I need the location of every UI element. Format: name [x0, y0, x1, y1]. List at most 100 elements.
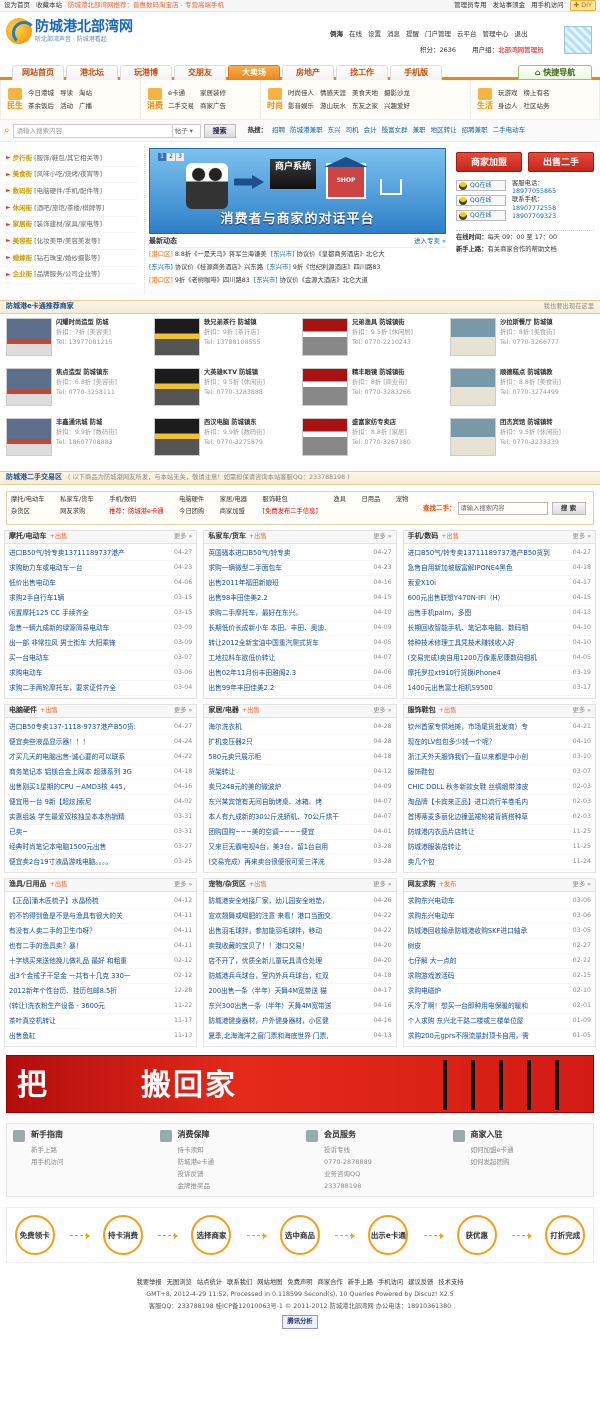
item-title[interactable]: 本人有九成新的30公斤洗轿机、70公斤烘干: [208, 813, 339, 822]
search-input[interactable]: 请输入搜索内容: [12, 123, 173, 138]
tab-jobs[interactable]: 找工作: [336, 65, 388, 80]
news-item[interactable]: [港口区] 9折《老树咖啡》四川路83: [149, 277, 250, 285]
board-post-link[interactable]: +发布: [439, 881, 457, 888]
list-item[interactable]: 扩机变压器2只 04-28: [208, 735, 392, 750]
list-item[interactable]: 防城港兵乓球台，室内外兵乓球台，红双 04-18: [208, 969, 392, 984]
tab-realestate[interactable]: 房地产: [282, 65, 334, 80]
board-more-link[interactable]: 更多 »: [174, 533, 192, 541]
item-title[interactable]: 求购游戏激活码: [408, 972, 455, 981]
item-title[interactable]: 钓不钓得到鱼是不是与渔具有很大的关: [9, 912, 123, 921]
merchant-photo[interactable]: [302, 418, 348, 456]
hot-link[interactable]: 司机: [346, 126, 359, 134]
board-more-link[interactable]: 更多 »: [373, 533, 391, 541]
list-item[interactable]: 求购二手两轮摩托车，要求证件齐全 03-04: [9, 681, 193, 696]
tab-forum[interactable]: 港北坛: [66, 65, 118, 80]
merchant-card[interactable]: 大英雄KTV 防城镇 折扣：9.5折 [休闲街] Tel: 0770-3283888: [154, 368, 298, 415]
list-item[interactable]: 十字绣买来送他挽儿做礼品 最好 和粗重 02-12: [9, 954, 193, 969]
item-title[interactable]: 商务笔记本 铝镁合金上网本 超薄系列 3G: [9, 768, 132, 777]
help-link[interactable]: 233788198: [324, 1180, 447, 1192]
board-more-link[interactable]: 更多 »: [573, 881, 591, 889]
street-item[interactable]: ► 步行街 [服饰/鞋包/其它相关等]: [6, 150, 138, 167]
street-item[interactable]: ► 数码街 [电脑硬件/手机/配件等]: [6, 183, 138, 201]
item-title[interactable]: 首博蒂麦多丽化边撞蓝裙轮裙背裤搭种草: [408, 813, 528, 822]
list-item[interactable]: 200出售一条（半年）天舞4M宽带送 猫 04-17: [208, 984, 392, 999]
help-link[interactable]: 持卡须知: [178, 1144, 301, 1156]
subnav-link[interactable]: 东友之家: [352, 102, 378, 110]
merchant-card[interactable]: 丰鑫通讯城 防城 折扣：9.9折 [数码街] Tel: 18607708883: [6, 418, 150, 465]
list-item[interactable]: 茶叶真空机转让 11-17: [9, 1014, 193, 1029]
item-title[interactable]: 淘品牌【卡宾来正品】进口流行羊卷毛内: [408, 798, 528, 807]
avatar[interactable]: [564, 26, 592, 54]
merchant-photo[interactable]: [154, 368, 200, 406]
list-item[interactable]: 买一台电动车 03-07: [9, 651, 193, 666]
list-item[interactable]: 出售羽毛球拌，参加能羽毛球拌，移动 04-22: [208, 924, 392, 939]
news-item[interactable]: [东兴市] 9折《世纪利源酒店》四川路83: [267, 264, 380, 272]
list-item[interactable]: 求购2手自行车1辆 03-15: [9, 591, 193, 606]
footer-link[interactable]: 手机访问: [378, 1277, 403, 1289]
item-title[interactable]: 才买几天的电脑出售-诚心要的可以联系: [9, 753, 125, 762]
merchant-name[interactable]: 西汉电脑 防城镇东: [204, 418, 265, 428]
item-title[interactable]: 茶叶真空机转让: [9, 1017, 56, 1026]
item-title[interactable]: 长期低价长成新小车 本田、丰田、奥迪、: [208, 624, 331, 633]
merchant-name[interactable]: 轶兄弟茶行 防城镇: [204, 318, 261, 328]
list-item[interactable]: 长期低价长成新小车 本田、丰田、奥迪、 04-09: [208, 621, 392, 636]
item-title[interactable]: 580元卖只展示柜: [208, 753, 261, 762]
list-item[interactable]: 钓不钓得到鱼是不是与渔具有很大的关 04-11: [9, 909, 193, 924]
subnav-link[interactable]: 情感天涯: [320, 89, 346, 97]
pager-1[interactable]: 1: [158, 153, 166, 161]
merchant-photo[interactable]: [6, 318, 52, 356]
list-item[interactable]: 特种技术修理工具凭技术赚钱收入好 04-10: [407, 636, 591, 651]
help-link[interactable]: 0770-2878889: [324, 1156, 447, 1168]
item-title[interactable]: 急售一辆九成新的绿源简易电动车: [9, 624, 109, 633]
item-title[interactable]: 求购2手自行车1辆: [9, 594, 64, 603]
list-item[interactable]: 求购电动车 03-06: [9, 666, 193, 681]
item-title[interactable]: 服饰鞋包: [408, 768, 435, 777]
trade-cat[interactable]: 摩托/电动车: [11, 496, 55, 504]
list-item[interactable]: 便宜卖2台19寸液晶游戏电脑。。。。 03-25: [9, 855, 193, 870]
list-item[interactable]: 求购200元gprs不限流量封顶卡自用，需 01-05: [407, 1029, 591, 1044]
item-title[interactable]: 求购200元gprs不限流量封顶卡自用，需: [408, 1032, 529, 1041]
item-title[interactable]: 转让2012全新宝油中国重汽爬式货车: [208, 639, 319, 648]
merchant-name[interactable]: 精丰眼镜 防城镇街: [352, 368, 411, 378]
portal-admin-link[interactable]: 门户管理: [425, 30, 451, 38]
board-title[interactable]: 家居/电器: [208, 706, 239, 714]
subnav-link[interactable]: 美食天地: [352, 89, 378, 97]
list-item[interactable]: 海尔洗衣机 04-28: [208, 720, 392, 735]
merchant-name[interactable]: 团杰宾馆 防城镇转: [500, 418, 561, 428]
top-notice[interactable]: 防城港北部湾网推荐：普惠数码淘宝店 - 专营高端手机: [68, 1, 224, 9]
list-item[interactable]: 首博蒂麦多丽化边撞蓝裙轮裙背裤搭种草 02-03: [407, 810, 591, 825]
board-more-link[interactable]: 更多 »: [373, 707, 391, 715]
item-title[interactable]: 个人求购 东兴北干路二楼或三楼单位屋: [408, 1017, 524, 1026]
list-item[interactable]: 宣欢翘舞或喝肥的注意 来看！港口当面交 04-22: [208, 909, 392, 924]
online-status[interactable]: 在线: [349, 30, 362, 38]
messages-link[interactable]: 消息: [387, 30, 400, 38]
reminders-link[interactable]: 提醒: [406, 30, 419, 38]
footer-link[interactable]: 商家合作: [318, 1277, 343, 1289]
list-item[interactable]: 求购东兴电动车 03-06: [407, 909, 591, 924]
help-link[interactable]: 投诉专线: [324, 1144, 447, 1156]
hot-link[interactable]: 防城港兼职: [290, 126, 323, 134]
admin-center-link[interactable]: 管理中心: [483, 30, 509, 38]
list-item[interactable]: 出售手机palm，多图 04-13: [407, 606, 591, 621]
item-title[interactable]: 天冷了啊！想买一台即种用电保暖的暖和: [408, 1002, 528, 1011]
trade-cat[interactable]: 日用品: [361, 496, 390, 504]
item-title[interactable]: 经典时尚笔记本电脑1500元出售: [9, 843, 106, 852]
qq-online-button[interactable]: QQ在线: [456, 195, 506, 206]
board-title[interactable]: 私家车/货车: [208, 532, 246, 540]
list-item[interactable]: 货架转让 04-12: [208, 765, 392, 780]
merchant-photo[interactable]: [154, 418, 200, 456]
merchant-card[interactable]: 闪耀时尚造型 防城 折扣：7折 [美容美] Tel: 13977081215: [6, 318, 150, 365]
list-item[interactable]: 店不开了，优质全新儿童玩具清仓处理 04-20: [208, 954, 392, 969]
item-title[interactable]: 特种技术修理工具凭技术赚钱收入好: [408, 639, 515, 648]
list-item[interactable]: 卖只248元的美的微波炉 04-09: [208, 780, 392, 795]
subnav-link[interactable]: 今日港城: [28, 89, 54, 97]
item-title[interactable]: 便宜卖些液晶显示器！！！: [9, 738, 89, 747]
merchant-card[interactable]: 沙拉斯餐厅 防城镇 折扣：8折 [美食街] Tel: 0770-3266777: [450, 318, 594, 365]
subnav-link[interactable]: 兴趣爱好: [384, 102, 410, 110]
board-post-link[interactable]: +出售: [249, 881, 267, 888]
subnav-link[interactable]: 茶余饭后: [28, 102, 54, 110]
subnav-link[interactable]: 时尚佳人: [288, 89, 314, 97]
board-post-link[interactable]: +出售: [439, 707, 457, 714]
item-title[interactable]: 卖我收藏的宝贝了！！港口交易！: [208, 942, 308, 951]
trade-cat[interactable]: 商家加盟: [220, 508, 258, 516]
